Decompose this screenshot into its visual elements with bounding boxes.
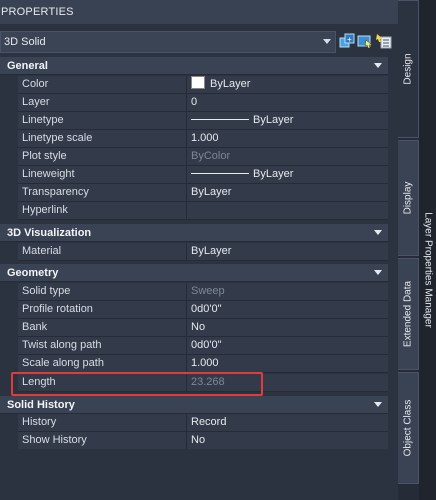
layer-properties-manager-tab[interactable]: Layer Properties Manager (419, 0, 436, 500)
prop-row-linetype[interactable]: Linetype ByLayer (0, 112, 388, 130)
prop-row-bank[interactable]: Bank No (0, 319, 388, 337)
tab-design-label: Design (402, 53, 414, 85)
prop-value: ByColor (187, 148, 388, 166)
section-geometry-label: Geometry (7, 267, 59, 279)
prop-name: Plot style (18, 148, 187, 166)
prop-row-plot-style[interactable]: Plot style ByColor (0, 148, 388, 166)
collapse-icon[interactable] (374, 230, 382, 235)
prop-name: Layer (18, 94, 187, 112)
panel-title: PROPERTIES (0, 0, 398, 24)
quick-select-icon[interactable] (376, 33, 392, 49)
prop-name: Linetype scale (18, 130, 187, 148)
prop-name: Material (18, 243, 187, 261)
prop-row-lineweight[interactable]: Lineweight ByLayer (0, 166, 388, 184)
section-general[interactable]: General (0, 57, 388, 75)
color-swatch (191, 76, 205, 89)
prop-value[interactable]: ByLayer (187, 166, 388, 184)
prop-row-show-history[interactable]: Show History No (0, 432, 388, 450)
prop-row-hyperlink[interactable]: Hyperlink (0, 202, 388, 220)
prop-value[interactable]: ByLayer (187, 243, 388, 261)
tab-design[interactable]: Design (398, 0, 419, 138)
prop-row-linetype-scale[interactable]: Linetype scale 1.000 (0, 130, 388, 148)
select-objects-icon[interactable] (357, 33, 373, 49)
layer-properties-manager-label: Layer Properties Manager (422, 212, 433, 328)
prop-name: Solid type (18, 283, 187, 301)
length-highlight-box (11, 372, 263, 396)
tab-extended-data-label: Extended Data (402, 280, 414, 348)
prop-name: Linetype (18, 112, 187, 130)
svg-text:+: + (347, 35, 352, 44)
prop-value[interactable]: ByLayer (187, 76, 388, 94)
chevron-down-icon (323, 39, 331, 44)
prop-value[interactable] (187, 202, 388, 220)
tab-display[interactable]: Display (398, 140, 419, 256)
object-type-value: 3D Solid (4, 36, 46, 48)
collapse-icon[interactable] (374, 402, 382, 407)
prop-row-material[interactable]: Material ByLayer (0, 243, 388, 261)
prop-row-transparency[interactable]: Transparency ByLayer (0, 184, 388, 202)
object-type-dropdown[interactable]: 3D Solid (0, 31, 336, 53)
prop-value[interactable]: 0 (187, 94, 388, 112)
properties-panel: PROPERTIES 3D Solid + General Color ByLa… (0, 0, 398, 500)
prop-value[interactable]: 1.000 (187, 355, 388, 373)
prop-value[interactable]: 1.000 (187, 130, 388, 148)
prop-name: Transparency (18, 184, 187, 202)
section-solid-history-label: Solid History (7, 399, 75, 411)
prop-value[interactable]: 0d0'0" (187, 301, 388, 319)
prop-name: Scale along path (18, 355, 187, 373)
prop-value[interactable]: ByLayer (187, 184, 388, 202)
prop-name: Hyperlink (18, 202, 187, 220)
prop-name: Show History (18, 432, 187, 450)
prop-value[interactable]: No (187, 319, 388, 337)
prop-name: Color (18, 76, 187, 94)
section-geometry[interactable]: Geometry (0, 264, 388, 282)
tab-display-label: Display (402, 181, 414, 215)
prop-row-twist-along-path[interactable]: Twist along path 0d0'0" (0, 337, 388, 355)
section-3d-visualization[interactable]: 3D Visualization (0, 224, 388, 242)
toggle-pickadd-icon[interactable]: + (339, 33, 355, 49)
tab-object-class-label: Object Class (402, 399, 414, 457)
prop-name: Lineweight (18, 166, 187, 184)
tab-extended-data[interactable]: Extended Data (398, 258, 419, 370)
prop-row-color[interactable]: Color ByLayer (0, 76, 388, 94)
prop-row-scale-along-path[interactable]: Scale along path 1.000 (0, 355, 388, 373)
prop-name: History (18, 414, 187, 432)
prop-value[interactable]: ByLayer (187, 112, 388, 130)
prop-name: Bank (18, 319, 187, 337)
section-solid-history[interactable]: Solid History (0, 396, 388, 414)
prop-value[interactable]: Record (187, 414, 388, 432)
tab-object-class[interactable]: Object Class (398, 372, 419, 484)
section-3d-visualization-label: 3D Visualization (7, 227, 92, 239)
prop-name: Profile rotation (18, 301, 187, 319)
prop-row-layer[interactable]: Layer 0 (0, 94, 388, 112)
selector-row: 3D Solid + (0, 31, 398, 53)
section-general-label: General (7, 60, 48, 72)
prop-row-solid-type[interactable]: Solid type Sweep (0, 283, 388, 301)
linetype-preview (191, 119, 249, 120)
prop-value: Sweep (187, 283, 388, 301)
collapse-icon[interactable] (374, 63, 382, 68)
prop-value[interactable]: 0d0'0" (187, 337, 388, 355)
collapse-icon[interactable] (374, 270, 382, 275)
lineweight-preview (191, 173, 249, 174)
prop-row-history[interactable]: History Record (0, 414, 388, 432)
prop-row-profile-rotation[interactable]: Profile rotation 0d0'0" (0, 301, 388, 319)
prop-name: Twist along path (18, 337, 187, 355)
prop-value[interactable]: No (187, 432, 388, 450)
empty-area (0, 449, 398, 500)
